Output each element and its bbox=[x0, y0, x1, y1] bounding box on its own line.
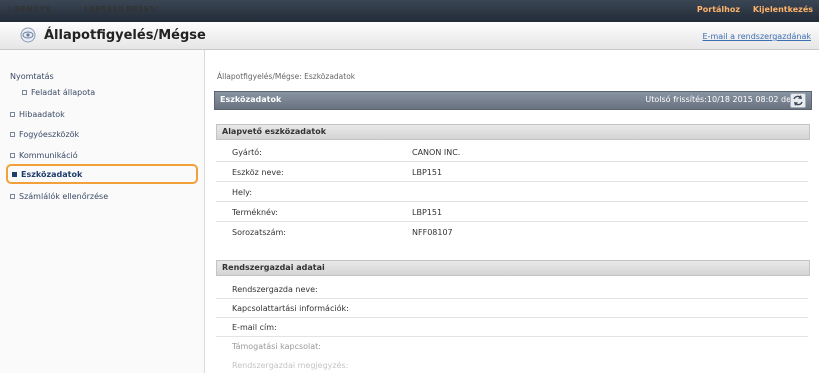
value-serial-number: NFF08107 bbox=[412, 228, 453, 237]
label-location: Hely: bbox=[232, 188, 253, 197]
label-device-name: Eszköz neve: bbox=[232, 168, 284, 177]
bullet-icon bbox=[10, 132, 15, 137]
bullet-icon bbox=[22, 90, 27, 95]
label-serial-number: Sorozatszám: bbox=[232, 228, 286, 237]
email-admin-link[interactable]: E-mail a rendszergazdának bbox=[703, 32, 811, 41]
value-device-name: LBP151 bbox=[412, 168, 443, 177]
section-title-basic: Alapvető eszközadatok bbox=[222, 127, 327, 136]
row-divider bbox=[216, 298, 808, 299]
brand-logo: i-SENSYS bbox=[8, 5, 51, 14]
row-divider bbox=[216, 161, 808, 162]
label-admin-name: Rendszergazda neve: bbox=[232, 285, 318, 294]
last-update-text: Utolsó frissítés:10/18 2015 08:02 de bbox=[645, 95, 791, 104]
refresh-icon bbox=[793, 95, 803, 106]
sidebar-item-device-info[interactable]: Eszközadatok bbox=[12, 170, 82, 179]
label-admin-comment: Rendszergazdai megjegyzés: bbox=[232, 361, 349, 370]
portal-link[interactable]: Portálhoz bbox=[697, 5, 740, 14]
label-contact-info: Kapcsolattartási információk: bbox=[232, 304, 349, 313]
top-links: Portálhoz Kijelentkezés bbox=[687, 5, 813, 14]
refresh-button[interactable] bbox=[790, 93, 806, 108]
sidebar-root-print[interactable]: Nyomtatás bbox=[10, 72, 54, 81]
logout-link[interactable]: Kijelentkezés bbox=[753, 5, 813, 14]
sidebar-item-consumables[interactable]: Fogyóeszközök bbox=[10, 130, 79, 139]
sidebar-item-error-info[interactable]: Hibaadatok bbox=[10, 110, 65, 119]
label-support-contact: Támogatási kapcsolat: bbox=[232, 342, 321, 351]
row-divider bbox=[216, 336, 808, 337]
status-monitor-icon bbox=[20, 27, 36, 43]
bullet-icon bbox=[10, 194, 15, 199]
sidebar bbox=[0, 50, 205, 373]
value-product-name: LBP151 bbox=[412, 208, 443, 217]
device-model: LBP151/LBP151/ bbox=[84, 5, 158, 14]
bullet-icon bbox=[12, 172, 17, 177]
label-manufacturer: Gyártó: bbox=[232, 148, 262, 157]
page-title: Állapotfigyelés/Mégse bbox=[44, 28, 206, 43]
row-divider bbox=[216, 201, 808, 202]
bullet-icon bbox=[10, 153, 15, 158]
row-divider bbox=[216, 181, 808, 182]
value-manufacturer: CANON INC. bbox=[412, 148, 461, 157]
sidebar-item-job-status[interactable]: Feladat állapota bbox=[22, 88, 95, 97]
label-product-name: Terméknév: bbox=[232, 208, 278, 217]
row-divider bbox=[216, 317, 808, 318]
panel-title: Eszközadatok bbox=[220, 95, 282, 104]
label-email-address: E-mail cím: bbox=[232, 323, 277, 332]
sidebar-item-check-counter[interactable]: Számlálók ellenőrzése bbox=[10, 192, 108, 201]
row-divider bbox=[216, 221, 808, 222]
sidebar-item-communication[interactable]: Kommunikáció bbox=[10, 151, 78, 160]
bullet-icon bbox=[10, 112, 15, 117]
section-title-admin: Rendszergazdai adatai bbox=[222, 263, 325, 272]
breadcrumb: Állapotfigyelés/Mégse: Eszközadatok bbox=[217, 72, 356, 81]
